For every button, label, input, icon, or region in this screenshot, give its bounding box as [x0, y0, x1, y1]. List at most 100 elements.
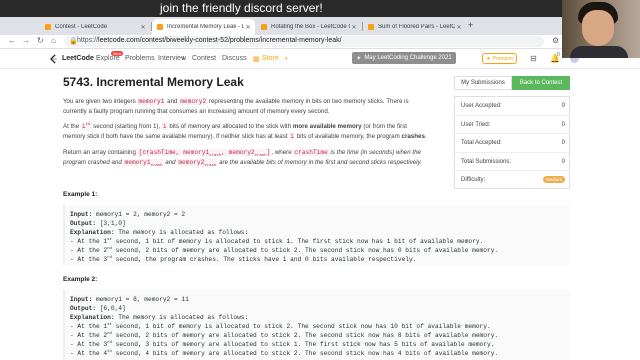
nav-problems[interactable]: Problems	[125, 55, 155, 62]
desc-text: Return an array containing	[63, 149, 138, 156]
url-text: https://leetcode.com/contest/biweekly-co…	[77, 37, 342, 44]
tab-incremental-memory-leak[interactable]: Incremental Memory Leak - Le ✕	[152, 19, 255, 35]
desc-text: and	[163, 158, 178, 166]
line-text: - At the 4	[70, 350, 108, 357]
description-paragraph-2: At the ith second (starting from 1), i b…	[63, 122, 455, 141]
forward-arrow-icon[interactable]: →	[22, 36, 30, 45]
streamer-banner: join the friendly discord server!	[0, 0, 640, 17]
webcam-person-face	[582, 10, 614, 46]
explanation-value: The memory is allocated as follows:	[114, 229, 249, 236]
line-text: second, 3 bits of memory are allocated t…	[111, 341, 495, 348]
back-arrow-icon[interactable]: ←	[8, 36, 16, 45]
close-icon[interactable]: ✕	[455, 24, 463, 31]
output-label: Output:	[70, 220, 96, 227]
desc-text: At the	[63, 123, 81, 130]
new-badge: New	[111, 51, 124, 56]
may-challenge-banner[interactable]: ✦ May LeetCoding Challenge 2021	[352, 52, 456, 64]
stat-total-accepted: Total Accepted: 0	[455, 134, 571, 153]
code-memory2-crash: memory2crash	[177, 158, 218, 168]
example-1-label: Example 1:	[63, 191, 98, 198]
explanation-value: The memory is allocated as follows:	[114, 314, 249, 321]
explanation-label: Explanation:	[70, 229, 115, 236]
leetcode-brand[interactable]: LeetCode	[62, 55, 94, 62]
tab-rotating-the-box[interactable]: Rotating the Box - LeetCode Conte ✕	[256, 19, 361, 35]
line-text: second, 2 bits of memory are allocated t…	[111, 247, 499, 254]
code-return-array: [crashTime, memory1crash, memory2crash]	[137, 149, 272, 158]
subscript: crash	[150, 163, 163, 168]
tab-sum-of-floored-pairs[interactable]: Sum of Floored Pairs - LeetCode Co ✕	[363, 19, 466, 35]
explanation-line: - At the 3rd second, 3 bits of memory ar…	[70, 340, 570, 349]
line-text: second, 1 bit of memory is allocated to …	[111, 323, 491, 330]
code-crashtime: crashTime	[293, 149, 329, 156]
stat-user-accepted: User Accepted: 0	[455, 97, 571, 116]
url-input[interactable]: 🔒 https://leetcode.com/contest/biweekly-…	[64, 36, 544, 47]
chevron-down-icon[interactable]: ▾	[182, 56, 185, 62]
stat-label: User Accepted:	[461, 103, 502, 109]
contest-stats-panel: User Accepted: 0 User Tried: 0 Total Acc…	[454, 96, 571, 190]
code-memory2: memory2	[179, 98, 208, 105]
close-icon[interactable]: ✕	[244, 24, 252, 31]
stat-difficulty: Difficulty: Medium	[455, 171, 571, 190]
leetcode-logo-icon[interactable]	[49, 54, 58, 64]
extensions-icon[interactable]: ⚙	[552, 36, 559, 45]
example-2-label: Example 2:	[63, 276, 98, 283]
stat-label: Total Submissions:	[461, 158, 512, 165]
webcam-overlay	[562, 0, 640, 58]
line-text: - At the 1	[70, 238, 108, 245]
explanation-line: - At the 1st second, 1 bit of memory is …	[70, 237, 570, 246]
explanation-line: - At the 1st second, 1 bit of memory is …	[70, 322, 570, 331]
code-text: memory1	[124, 158, 151, 166]
reload-icon[interactable]: ↻	[37, 36, 44, 45]
close-icon[interactable]: ✕	[350, 24, 358, 31]
subscript: crash	[204, 163, 217, 168]
desc-text: bits of available memory, the program	[295, 132, 402, 140]
playground-icon[interactable]: ⊟	[530, 54, 537, 63]
code-i: ith	[80, 123, 92, 130]
home-icon[interactable]: ⌂	[51, 36, 56, 45]
close-icon[interactable]: ✕	[139, 24, 147, 31]
code-memory1-crash: memory1crash	[123, 158, 164, 168]
stat-total-submissions: Total Submissions: 0	[455, 153, 571, 171]
nav-store[interactable]: Store	[262, 55, 279, 62]
example-2-box: Input: memory1 = 8, memory2 = 11 Output:…	[63, 290, 570, 360]
nav-discuss[interactable]: Discuss	[222, 55, 247, 62]
problem-title: 5743. Incremental Memory Leak	[63, 75, 244, 89]
difficulty-badge: Medium	[542, 176, 565, 183]
input-value: memory1 = 2, memory2 = 2	[92, 211, 186, 218]
webcam-person-shirt	[570, 46, 628, 58]
browser-tab-strip: Contest - LeetCode ✕ Incremental Memory …	[0, 17, 640, 35]
example-input: Input: memory1 = 2, memory2 = 2	[70, 210, 570, 219]
my-submissions-button[interactable]: My Submissions	[454, 76, 512, 90]
output-value: [6,0,4]	[96, 305, 126, 312]
url-scheme: https://	[77, 37, 99, 44]
nav-contest[interactable]: Contest	[192, 55, 216, 62]
example-1-box: Input: memory1 = 2, memory2 = 2 Output: …	[63, 205, 570, 265]
tab-contest[interactable]: Contest - LeetCode ✕	[40, 19, 150, 35]
line-text: - At the 2	[70, 247, 108, 254]
output-value: [3,1,0]	[96, 220, 126, 227]
url-path: leetcode.com/contest/biweekly-contest-52…	[98, 37, 342, 44]
line-text: second, the program crashes. The sticks …	[111, 256, 417, 263]
code-text: [crashTime, memory1	[138, 149, 210, 156]
difficulty-label: Difficulty:	[461, 177, 486, 183]
desc-text: .	[424, 132, 427, 140]
tab-label: Sum of Floored Pairs - LeetCode Co	[378, 24, 455, 30]
example-explanation: Explanation: The memory is allocated as …	[70, 228, 570, 237]
tab-label: Incremental Memory Leak - Le	[167, 24, 244, 30]
chevron-down-icon[interactable]: ▾	[285, 56, 288, 62]
premium-button[interactable]: ★ Premium	[482, 53, 517, 64]
nav-explore[interactable]: Explore	[96, 55, 120, 62]
code-text: ]	[266, 149, 271, 156]
desc-text: second (starting from 1),	[91, 123, 162, 130]
premium-icon: ★	[486, 55, 491, 62]
desc-text: representing the available memory in bit…	[207, 98, 409, 105]
banner-text: join the friendly discord server!	[160, 1, 323, 15]
stat-label: User Tried:	[461, 121, 491, 128]
tab-label: Contest - LeetCode	[55, 24, 108, 30]
emphasis-text: crashes	[401, 132, 425, 140]
stat-value: 0	[561, 158, 565, 165]
desc-text: and	[165, 98, 180, 105]
explanation-line: - At the 2nd second, 2 bits of memory ar…	[70, 331, 570, 340]
back-to-contest-button[interactable]: Back to Contest	[512, 76, 570, 90]
new-tab-button[interactable]: +	[468, 20, 473, 30]
